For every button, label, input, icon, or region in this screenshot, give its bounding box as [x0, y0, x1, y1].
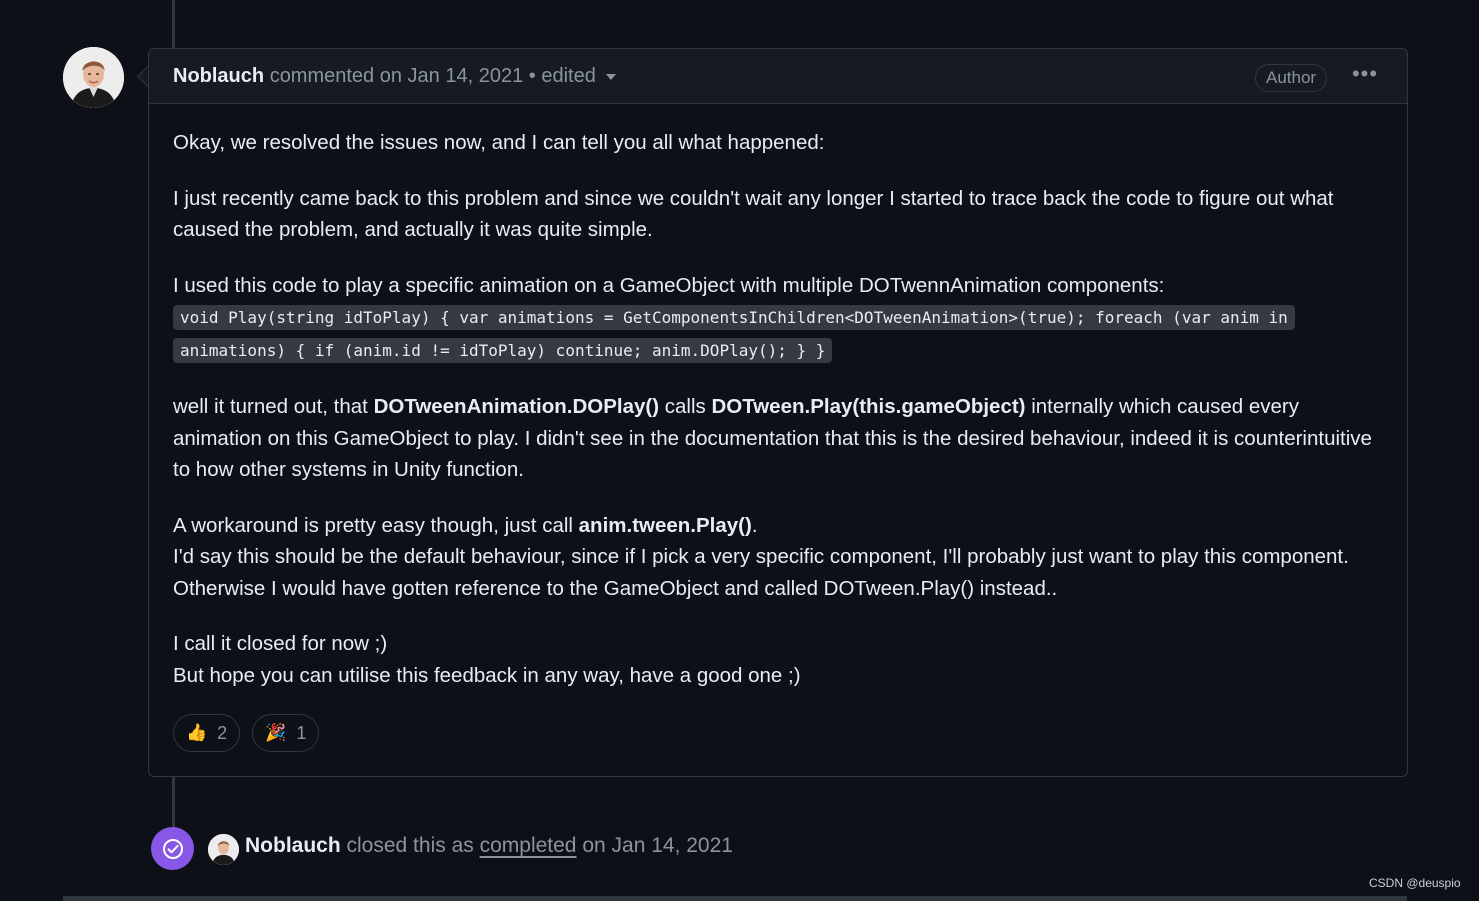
- paragraph-5: A workaround is pretty easy though, just…: [173, 510, 1393, 605]
- paragraph-4: well it turned out, that DOTweenAnimatio…: [173, 391, 1393, 486]
- bottom-divider: [63, 896, 1407, 901]
- event-timestamp[interactable]: on Jan 14, 2021: [582, 834, 733, 857]
- comment-timestamp[interactable]: commented on Jan 14, 2021: [270, 65, 524, 87]
- edited-label: edited: [541, 65, 596, 87]
- party-popper-icon: 🎉: [265, 723, 287, 742]
- author-avatar[interactable]: [63, 47, 124, 108]
- event-text-before: closed this as: [346, 834, 474, 857]
- paragraph-2: I just recently came back to this proble…: [173, 186, 1334, 242]
- paragraph-1: Okay, we resolved the issues now, and I …: [173, 131, 825, 154]
- closed-event: Noblauch closed this as completed on Jan…: [245, 834, 733, 858]
- bold-text: anim.tween.Play(): [578, 513, 752, 537]
- reaction-hooray[interactable]: 🎉 1: [252, 714, 320, 752]
- edited-dropdown[interactable]: edited: [541, 65, 616, 87]
- text-span: .: [751, 513, 758, 537]
- text-span: I call it closed for now ;): [173, 632, 388, 655]
- separator-dot: •: [528, 65, 536, 87]
- comment-card: Noblauch commented on Jan 14, 2021 • edi…: [148, 48, 1408, 777]
- text-span: A workaround is pretty easy though, just…: [173, 513, 579, 537]
- paragraph-6: I call it closed for now ;) But hope you …: [173, 628, 1393, 691]
- bold-text: DOTweenAnimation.DOPlay(): [373, 395, 660, 418]
- check-circle-glyph: [162, 838, 183, 859]
- author-badge: Author: [1255, 64, 1328, 92]
- event-author-avatar[interactable]: [208, 834, 239, 865]
- reaction-count: 2: [217, 722, 228, 743]
- thumbs-up-icon: 👍: [186, 723, 208, 742]
- text-span: well it turned out, that: [173, 395, 374, 418]
- paragraph-3: I used this code to play a specific anim…: [173, 270, 1393, 368]
- comment-meta: Noblauch commented on Jan 14, 2021 • edi…: [173, 65, 616, 88]
- timeline-line-top: [172, 0, 175, 48]
- paragraph-3-text: I used this code to play a specific anim…: [173, 273, 1165, 297]
- chevron-down-icon: [605, 73, 616, 80]
- watermark: CSDN @deuspio: [1369, 876, 1461, 890]
- reactions-bar: 👍 2 🎉 1: [173, 714, 320, 752]
- check-circle-icon: [151, 827, 194, 870]
- avatar-portrait-icon: [208, 834, 239, 865]
- author-name-link[interactable]: Noblauch: [173, 65, 264, 87]
- comment-body: Okay, we resolved the issues now, and I …: [173, 127, 1393, 715]
- timeline-line-bottom: [172, 776, 175, 828]
- text-span: I'd say this should be the default behav…: [173, 545, 1349, 568]
- bold-text: DOTween.Play(this.gameObject): [711, 395, 1026, 418]
- comment-header: Noblauch commented on Jan 14, 2021 • edi…: [149, 49, 1407, 104]
- event-author-name[interactable]: Noblauch: [245, 834, 341, 857]
- avatar-portrait-icon: [63, 47, 124, 108]
- reaction-count: 1: [296, 722, 307, 743]
- reaction-thumbs-up[interactable]: 👍 2: [173, 714, 241, 752]
- text-span: calls: [659, 395, 712, 418]
- inline-code: void Play(string idToPlay) { var animati…: [173, 305, 1295, 363]
- text-span: But hope you can utilise this feedback i…: [173, 663, 801, 687]
- completed-link[interactable]: completed: [480, 834, 577, 857]
- text-span: Otherwise I would have gotten reference …: [173, 576, 1058, 600]
- kebab-menu-icon[interactable]: •••: [1351, 63, 1379, 87]
